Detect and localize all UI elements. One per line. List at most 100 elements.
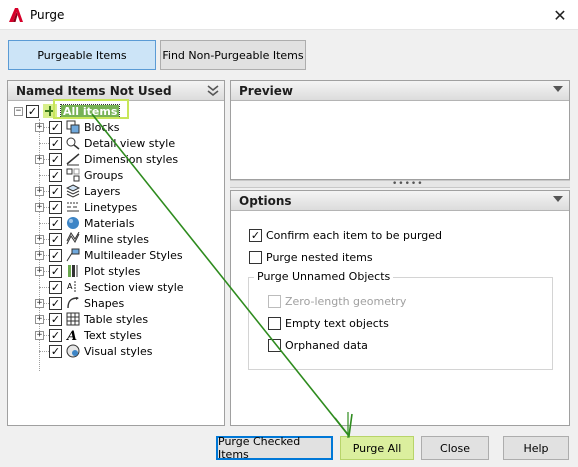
purge-all-label: Purge All xyxy=(352,441,402,455)
check-icon: ✓ xyxy=(50,152,61,166)
tree-item-checkbox[interactable]: ✓ xyxy=(49,296,62,310)
tree-item[interactable]: + ✓ Multileader Styles xyxy=(35,247,223,263)
svg-text:A: A xyxy=(67,282,73,291)
check-icon: ✓ xyxy=(50,200,61,214)
svg-text:A: A xyxy=(66,329,77,342)
tree-item-expander[interactable]: + xyxy=(35,250,44,260)
tree-item-checkbox[interactable]: ✓ xyxy=(49,168,62,182)
tree-item[interactable]: +✓Visual styles xyxy=(35,343,223,359)
tree-item[interactable]: + ✓ Dimension styles xyxy=(35,151,223,167)
tree-item-label: Text styles xyxy=(84,328,142,342)
purge-nested-option[interactable]: Purge nested items xyxy=(249,251,373,264)
tree-root-expander[interactable]: − xyxy=(14,106,23,116)
tree-item-checkbox[interactable]: ✓ xyxy=(49,264,62,278)
multileader-styles-icon xyxy=(65,247,81,263)
tree-item-checkbox[interactable]: ✓ xyxy=(49,232,62,246)
tree-item-expander[interactable]: + xyxy=(35,202,44,212)
tree-item-expander[interactable]: + xyxy=(35,234,44,244)
collapse-chevrons-icon[interactable] xyxy=(207,84,219,98)
tree-item-checkbox[interactable]: ✓ xyxy=(49,328,62,342)
panel-splitter[interactable]: ••••• xyxy=(230,179,570,189)
tree-item-expander[interactable]: + xyxy=(35,298,44,308)
named-items-title: Named Items Not Used xyxy=(16,83,172,98)
tree-item-expander[interactable]: + xyxy=(35,266,44,276)
tree-item-label: Visual styles xyxy=(84,344,153,358)
options-header[interactable]: Options xyxy=(231,191,569,211)
check-icon: ✓ xyxy=(50,216,61,230)
orphaned-data-option[interactable]: Orphaned data xyxy=(268,339,368,352)
empty-text-option[interactable]: Empty text objects xyxy=(268,317,389,330)
tree-item-label: Table styles xyxy=(84,312,149,326)
grip-dots-icon: ••••• xyxy=(392,179,424,189)
tree-item-checkbox[interactable]: ✓ xyxy=(49,200,62,214)
check-icon: ✓ xyxy=(50,120,61,134)
tree-item-expander[interactable]: + xyxy=(35,154,44,164)
tree-item[interactable]: +✓Groups xyxy=(35,167,223,183)
tree-item-expander[interactable]: + xyxy=(35,330,44,340)
section-view-style-icon: A xyxy=(65,279,81,295)
preview-title: Preview xyxy=(239,83,294,98)
check-icon: ✓ xyxy=(50,280,61,294)
tree-item-expander[interactable]: + xyxy=(35,186,44,196)
title-bar: Purge ✕ xyxy=(0,0,578,30)
tree-item[interactable]: +✓Materials xyxy=(35,215,223,231)
close-label: Close xyxy=(440,441,470,455)
tree-item[interactable]: + ✓ A Text styles xyxy=(35,327,223,343)
tab-find-non-purgeable-items[interactable]: Find Non-Purgeable Items xyxy=(160,40,306,70)
all-items-icon xyxy=(42,103,58,119)
purge-all-button[interactable]: Purge All xyxy=(340,436,414,460)
empty-text-checkbox[interactable] xyxy=(268,317,281,330)
check-icon: ✓ xyxy=(50,344,61,358)
tree-item-checkbox[interactable]: ✓ xyxy=(49,120,62,134)
tree-item-checkbox[interactable]: ✓ xyxy=(49,216,62,230)
check-icon: ✓ xyxy=(250,229,261,242)
window-close-button[interactable]: ✕ xyxy=(542,0,578,30)
tree-item-checkbox[interactable]: ✓ xyxy=(49,248,62,262)
visual-styles-icon xyxy=(65,343,81,359)
chevron-down-icon[interactable] xyxy=(553,86,563,92)
tree-item-checkbox[interactable]: ✓ xyxy=(49,280,62,294)
close-button[interactable]: Close xyxy=(421,436,489,460)
tree-item[interactable]: +✓ASection view style xyxy=(35,279,223,295)
preview-header[interactable]: Preview xyxy=(231,81,569,101)
confirm-each-checkbox[interactable]: ✓ xyxy=(249,229,262,242)
tab-find-non-purgeable-items-label: Find Non-Purgeable Items xyxy=(162,48,304,62)
tab-purgeable-items[interactable]: Purgeable Items xyxy=(8,40,156,70)
zero-length-label: Zero-length geometry xyxy=(285,295,407,308)
tree-item[interactable]: + ✓ Mline styles xyxy=(35,231,223,247)
tree-item-checkbox[interactable]: ✓ xyxy=(49,312,62,326)
orphaned-data-checkbox[interactable] xyxy=(268,339,281,352)
named-items-tree: − ✓ All items + ✓ Blocks + ✓ Detail view styl… xyxy=(8,101,224,425)
purge-nested-checkbox[interactable] xyxy=(249,251,262,264)
tree-item-checkbox[interactable]: ✓ xyxy=(49,152,62,166)
tree-item-checkbox[interactable]: ✓ xyxy=(49,344,62,358)
confirm-each-option[interactable]: ✓ Confirm each item to be purged xyxy=(249,229,442,242)
groups-icon xyxy=(65,167,81,183)
help-button[interactable]: Help xyxy=(503,436,569,460)
tree-item-expander[interactable]: + xyxy=(35,314,44,324)
tree-item[interactable]: + ✓ Blocks xyxy=(35,119,223,135)
tree-item[interactable]: + ✓ Linetypes xyxy=(35,199,223,215)
tree-item-expander[interactable]: + xyxy=(35,122,44,132)
check-icon: ✓ xyxy=(50,136,61,150)
all-items-checkbox[interactable]: ✓ xyxy=(26,104,39,118)
tree-item-label: Groups xyxy=(84,168,124,182)
tree-item-label: Dimension styles xyxy=(84,152,179,166)
tree-root-all-items[interactable]: − ✓ All items xyxy=(14,103,224,119)
tree-item-checkbox[interactable]: ✓ xyxy=(49,136,62,150)
table-styles-icon xyxy=(65,311,81,327)
tree-item[interactable]: + ✓ Layers xyxy=(35,183,223,199)
tree-item[interactable]: + ✓ Plot styles xyxy=(35,263,223,279)
all-items-label: All items xyxy=(59,103,121,119)
purge-checked-items-button[interactable]: Purge Checked Items xyxy=(216,435,333,461)
tree-item[interactable]: + ✓ Table styles xyxy=(35,311,223,327)
options-title: Options xyxy=(239,193,292,208)
tree-item[interactable]: +✓Detail view style xyxy=(35,135,223,151)
chevron-down-icon[interactable] xyxy=(553,196,563,202)
tree-item-checkbox[interactable]: ✓ xyxy=(49,184,62,198)
preview-panel: Preview xyxy=(230,80,570,180)
purge-checked-items-label: Purge Checked Items xyxy=(218,435,301,461)
detail-view-style-icon xyxy=(65,135,81,151)
orphaned-data-label: Orphaned data xyxy=(285,339,368,352)
tree-item[interactable]: + ✓ Shapes xyxy=(35,295,223,311)
